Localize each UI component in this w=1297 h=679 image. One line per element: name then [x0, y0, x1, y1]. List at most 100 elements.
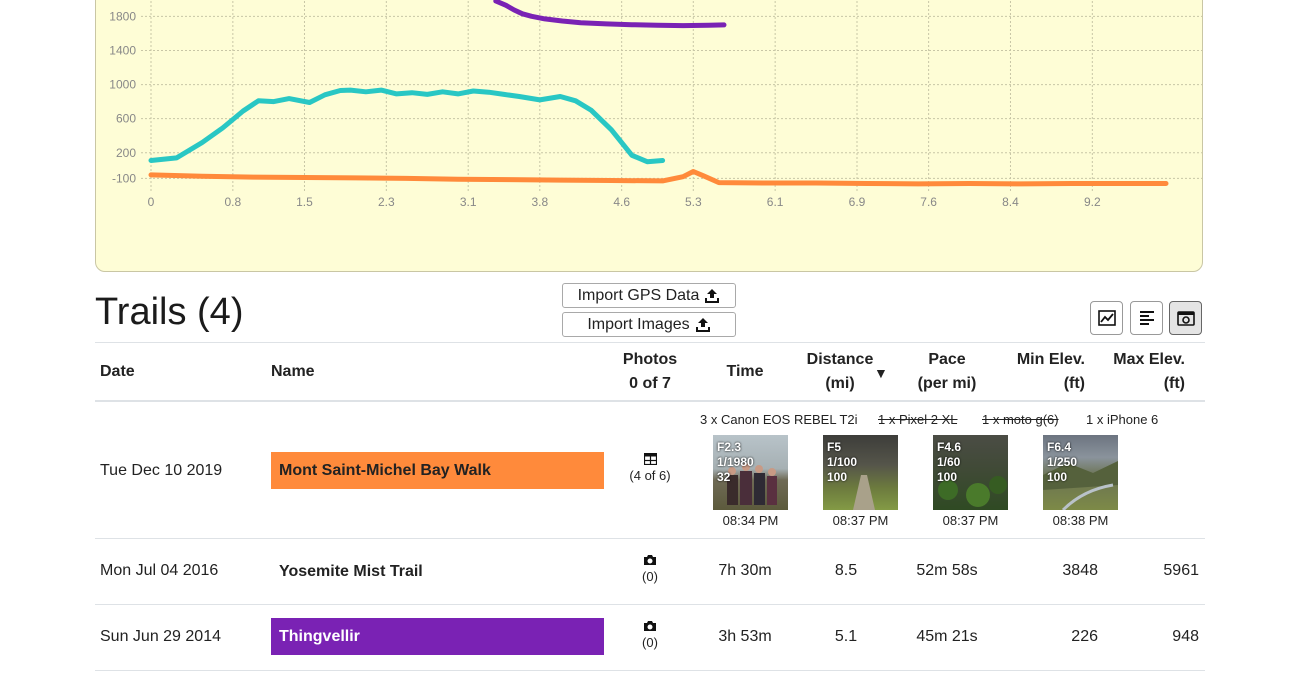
table-header: Date Name Photos 0 of 7 Time Distance (m…: [95, 343, 1205, 402]
y-tick-label: 1000: [109, 78, 136, 92]
photo-filter[interactable]: (0): [615, 620, 685, 650]
camera-filter-moto[interactable]: 1 x moto g(6): [982, 412, 1059, 427]
col-time[interactable]: Time: [705, 360, 785, 384]
elevation-chart-panel: 0 0.8 1.5 2.3 3.1 3.8 4.6 5.3 6.1 6.9 7.6 8.4 9.2 -10…: [95, 0, 1203, 272]
x-tick-label: 4.6: [613, 195, 630, 209]
x-tick-label: 5.3: [685, 195, 702, 209]
trails-table: Date Name Photos 0 of 7 Time Distance (m…: [95, 342, 1205, 671]
photo-thumbnail[interactable]: F2.3 1/1980 32: [713, 435, 788, 510]
col-min-elev-unit: (ft): [1063, 375, 1085, 392]
trail-date: Mon Jul 04 2016: [100, 562, 219, 579]
col-pace-label: Pace: [928, 351, 966, 368]
col-pace[interactable]: Pace (per mi): [907, 348, 987, 396]
col-max-elev-unit: (ft): [1163, 375, 1185, 392]
elevation-series-line[interactable]: [148, 87, 666, 165]
col-photos[interactable]: Photos 0 of 7: [615, 348, 685, 396]
camera-icon: [644, 555, 656, 565]
x-tick-label: 0.8: [225, 195, 242, 209]
import-images-button[interactable]: Import Images: [562, 312, 736, 337]
photo-thumbnail[interactable]: F4.6 1/60 100: [933, 435, 1008, 510]
x-tick-label: 6.9: [849, 195, 866, 209]
trail-name-label: Mont Saint-Michel Bay Walk: [279, 461, 491, 479]
photo-time: 08:38 PM: [1052, 513, 1109, 528]
trail-pace: 52m 58s: [916, 562, 978, 579]
trail-max-elev: 948: [1172, 628, 1199, 645]
x-tick-label: 0: [148, 195, 155, 209]
sort-desc-icon[interactable]: ▼: [874, 361, 888, 385]
table-row[interactable]: Sun Jun 29 2014 Thingvellir (0) 3h 53m 5…: [95, 605, 1205, 671]
col-photos-label: Photos: [622, 351, 678, 368]
table-row[interactable]: Mon Jul 04 2016 Yosemite Mist Trail (0) …: [95, 539, 1205, 605]
x-tick-label: 9.2: [1084, 195, 1101, 209]
photo-filter[interactable]: (0): [615, 554, 685, 584]
elevation-series-line[interactable]: [493, 0, 727, 29]
photo-filter[interactable]: (4 of 6): [615, 452, 685, 483]
view-chart-button[interactable]: [1090, 301, 1123, 335]
trail-date: Sun Jun 29 2014: [100, 628, 221, 645]
upload-icon: [705, 288, 720, 303]
x-tick-label: 8.4: [1002, 195, 1019, 209]
photo-count: (0): [642, 635, 658, 650]
page-title: Trails (4): [95, 291, 244, 333]
photo-thumbnail[interactable]: F5 1/100 100: [823, 435, 898, 510]
photo-count: (0): [642, 569, 658, 584]
col-max-elev[interactable]: Max Elev. (ft): [1095, 348, 1185, 396]
col-name[interactable]: Name: [271, 360, 315, 384]
x-tick-label: 1.5: [296, 195, 313, 209]
col-distance-label: Distance: [806, 351, 874, 368]
col-min-elev[interactable]: Min Elev. (ft): [995, 348, 1085, 396]
trail-date: Tue Dec 10 2019: [100, 462, 223, 479]
col-distance[interactable]: Distance (mi): [800, 348, 880, 396]
x-tick-label: 3.1: [460, 195, 477, 209]
y-tick-label: 600: [116, 112, 136, 126]
col-date[interactable]: Date: [100, 360, 135, 384]
import-gps-label: Import GPS Data: [577, 286, 700, 304]
trail-time: 3h 53m: [718, 628, 772, 645]
col-max-elev-label: Max Elev.: [1113, 351, 1185, 368]
view-photos-button[interactable]: [1169, 301, 1202, 335]
photo-icon: [1176, 311, 1195, 326]
elevation-series-line[interactable]: [148, 169, 1169, 187]
photo-time: 08:37 PM: [832, 513, 889, 528]
y-tick-label: 1800: [109, 9, 136, 23]
camera-filter-canon[interactable]: 3 x Canon EOS REBEL T2i: [700, 412, 858, 427]
camera-icon: [644, 621, 656, 631]
photo-count: (4 of 6): [629, 468, 671, 483]
trail-distance: 8.5: [834, 562, 858, 579]
y-tick-label: 1400: [109, 43, 136, 57]
elevation-chart: 0 0.8 1.5 2.3 3.1 3.8 4.6 5.3 6.1 6.9 7.6 8.4 9.2 -10…: [109, 0, 1202, 209]
table-row[interactable]: Tue Dec 10 2019 Mont Saint-Michel Bay Wa…: [95, 402, 1205, 539]
trail-min-elev: 226: [1071, 628, 1098, 645]
trail-min-elev: 3848: [1062, 562, 1098, 579]
trail-name[interactable]: Yosemite Mist Trail: [271, 553, 604, 590]
x-tick-label: 2.3: [378, 195, 395, 209]
photo-exif: F6.4 1/250 100: [1047, 440, 1078, 484]
x-tick-label: 3.8: [531, 195, 548, 209]
trail-pace: 45m 21s: [916, 628, 978, 645]
trail-name-label: Yosemite Mist Trail: [279, 562, 423, 580]
photo-exif: F5 1/100 100: [827, 440, 858, 484]
y-tick-label: 200: [116, 146, 136, 160]
import-images-label: Import Images: [587, 315, 690, 333]
photo-exif: F2.3 1/1980 32: [717, 440, 754, 484]
col-distance-unit: (mi): [825, 375, 855, 392]
photo-thumbnail[interactable]: F6.4 1/250 100: [1043, 435, 1118, 510]
photo-exif: F4.6 1/60 100: [937, 440, 962, 484]
col-min-elev-label: Min Elev.: [1016, 351, 1085, 368]
photo-time: 08:34 PM: [722, 513, 779, 528]
trail-name[interactable]: Mont Saint-Michel Bay Walk: [271, 452, 604, 489]
col-photos-count: 0 of 7: [629, 375, 671, 392]
x-tick-label: 7.6: [920, 195, 937, 209]
trail-name[interactable]: Thingvellir: [271, 618, 604, 655]
photo-time: 08:37 PM: [942, 513, 999, 528]
camera-filter-iphone[interactable]: 1 x iPhone 6: [1086, 412, 1158, 427]
trail-distance: 5.1: [834, 628, 858, 645]
trail-max-elev: 5961: [1163, 562, 1199, 579]
line-chart-icon: [1097, 310, 1116, 326]
trail-name-label: Thingvellir: [279, 627, 360, 645]
import-gps-button[interactable]: Import GPS Data: [562, 283, 736, 308]
x-tick-label: 6.1: [767, 195, 784, 209]
camera-filter-pixel[interactable]: 1 x Pixel 2 XL: [878, 412, 958, 427]
col-pace-unit: (per mi): [917, 375, 977, 392]
view-list-button[interactable]: [1130, 301, 1163, 335]
